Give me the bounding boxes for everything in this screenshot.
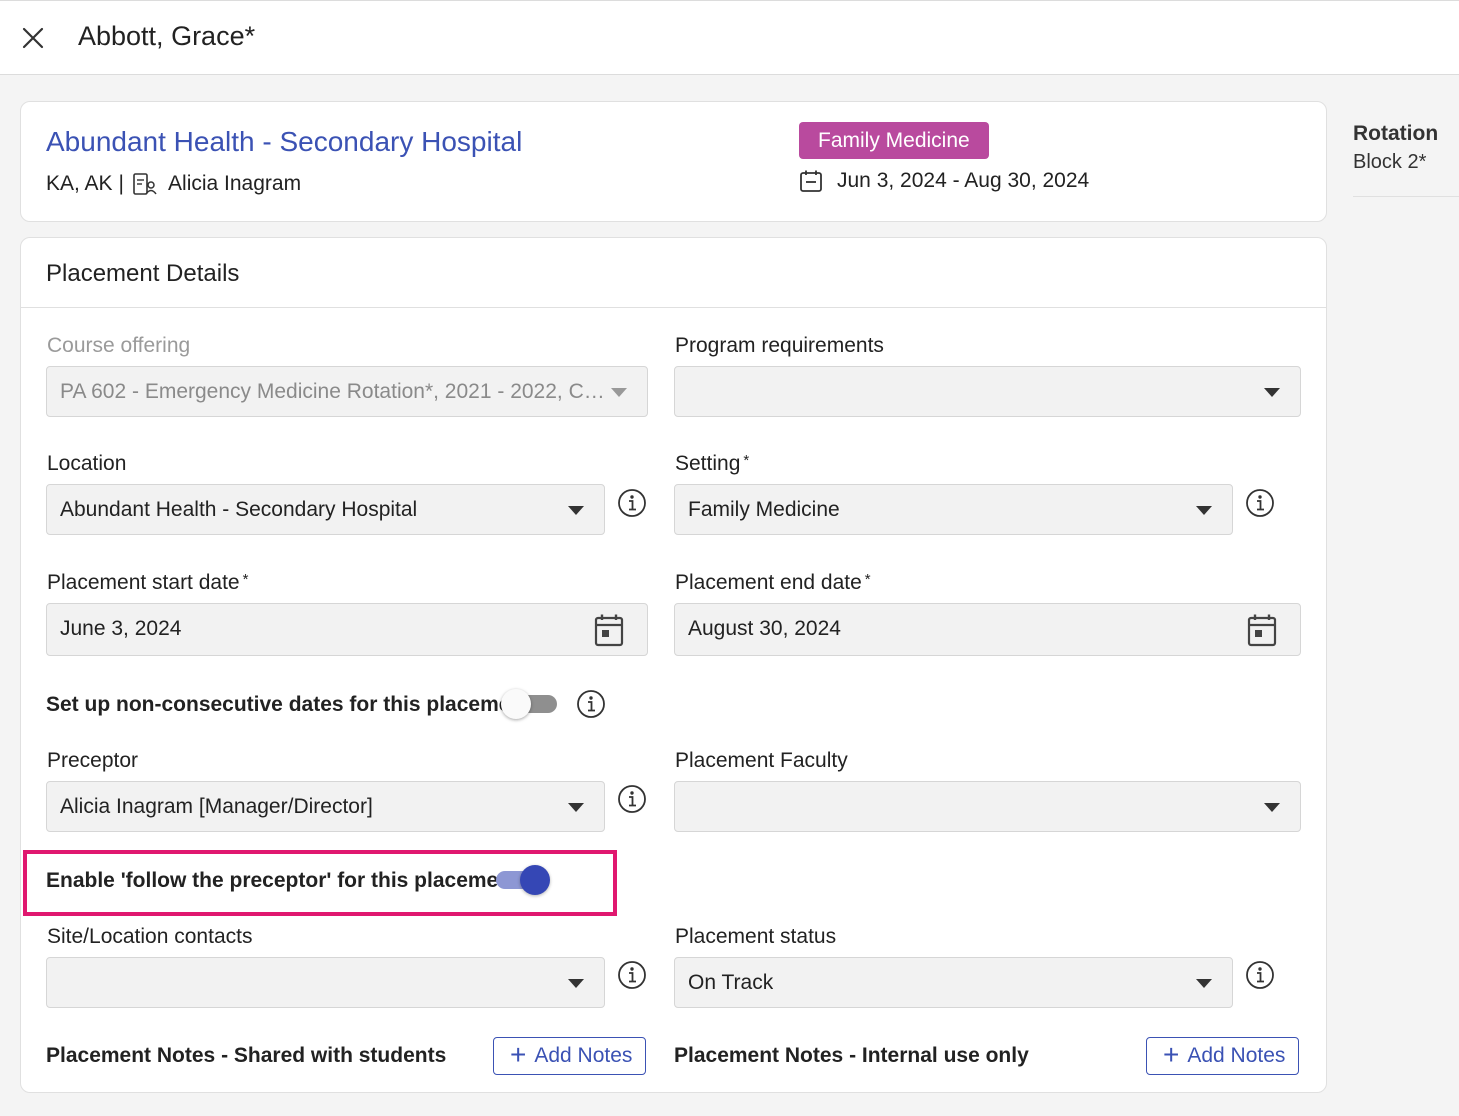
faculty-label: Placement Faculty [675, 749, 848, 772]
rotation-value: Block 2* [1353, 151, 1427, 173]
preceptor-badge-icon [133, 173, 157, 195]
chevron-down-icon [568, 979, 584, 988]
course-offering-select: PA 602 - Emergency Medicine Rotation*, 2… [46, 366, 648, 417]
student-name-title: Abbott, Grace* [78, 21, 256, 51]
status-label: Placement status [675, 925, 837, 948]
section-divider [21, 307, 1326, 308]
preceptor-label: Preceptor [47, 749, 139, 772]
toggle-knob [501, 689, 531, 719]
non-consecutive-label: Set up non-consecutive dates for this pl… [46, 693, 531, 716]
site-name-link[interactable]: Abundant Health - Secondary Hospital [46, 126, 522, 158]
placement-summary-card: Abundant Health - Secondary Hospital KA,… [20, 101, 1327, 222]
add-shared-notes-button[interactable]: + Add Notes [493, 1037, 647, 1075]
site-initials: KA, AK [46, 172, 113, 195]
highlight-annotation-box [23, 850, 617, 916]
preceptor-name: Alicia Inagram [168, 172, 302, 195]
dialog-header: Abbott, Grace* [0, 0, 1459, 75]
plus-icon: + [1163, 1038, 1180, 1070]
program-requirements-select[interactable] [674, 366, 1301, 417]
end-date-input[interactable]: August 30, 2024 [674, 603, 1301, 656]
setting-value: Family Medicine [688, 498, 840, 521]
chevron-down-icon [1264, 388, 1280, 397]
preceptor-select[interactable]: Alicia Inagram [Manager/Director] [46, 781, 605, 832]
setting-label-text: Setting [675, 452, 741, 475]
chevron-down-icon [568, 803, 584, 812]
plus-icon: + [510, 1038, 527, 1070]
placement-details-card: Placement Details Course offering PA 602… [20, 237, 1327, 1093]
chevron-down-icon [1196, 979, 1212, 988]
start-date-label: Placement start date * [47, 571, 248, 595]
course-offering-value: PA 602 - Emergency Medicine Rotation*, 2… [60, 380, 605, 403]
status-select[interactable]: On Track [674, 957, 1233, 1008]
info-icon[interactable] [617, 488, 647, 518]
program-requirements-label: Program requirements [675, 334, 884, 357]
info-icon[interactable] [617, 784, 647, 814]
add-internal-notes-button[interactable]: + Add Notes [1146, 1037, 1300, 1075]
end-date-value: August 30, 2024 [688, 617, 841, 640]
calendar-icon [800, 170, 822, 192]
info-icon[interactable] [617, 960, 647, 990]
info-icon[interactable] [576, 689, 606, 719]
close-button[interactable] [20, 25, 46, 51]
faculty-select[interactable] [674, 781, 1301, 832]
placement-dates: Jun 3, 2024 - Aug 30, 2024 [799, 169, 1089, 193]
notes-internal-label: Placement Notes - Internal use only [674, 1044, 1029, 1067]
add-notes-label: Add Notes [534, 1044, 633, 1067]
setting-badge: Family Medicine [799, 122, 989, 159]
setting-select[interactable]: Family Medicine [674, 484, 1233, 535]
side-divider [1353, 196, 1459, 197]
close-icon [22, 27, 44, 49]
location-label: Location [47, 452, 127, 475]
notes-shared-label: Placement Notes - Shared with students [46, 1044, 447, 1067]
end-date-label-text: Placement end date [675, 571, 862, 594]
section-title: Placement Details [46, 260, 240, 287]
info-icon[interactable] [1245, 960, 1275, 990]
start-date-label-text: Placement start date [47, 571, 240, 594]
chevron-down-icon [1264, 803, 1280, 812]
required-marker: * [242, 571, 249, 588]
calendar-icon[interactable] [594, 613, 624, 647]
setting-label: Setting * [675, 452, 749, 476]
date-range: Jun 3, 2024 - Aug 30, 2024 [837, 169, 1090, 192]
course-offering-label: Course offering [47, 334, 191, 357]
status-value: On Track [688, 971, 774, 994]
site-contacts-label: Site/Location contacts [47, 925, 253, 948]
site-contacts-select[interactable] [46, 957, 605, 1008]
start-date-input[interactable]: June 3, 2024 [46, 603, 648, 656]
chevron-down-icon [1196, 506, 1212, 515]
site-meta: KA, AK | Alicia Inagram [46, 172, 301, 196]
non-consecutive-toggle[interactable] [501, 688, 561, 720]
meta-separator: | [118, 172, 125, 195]
required-marker: * [743, 452, 750, 469]
location-value: Abundant Health - Secondary Hospital [60, 498, 418, 521]
chevron-down-icon [568, 506, 584, 515]
location-select[interactable]: Abundant Health - Secondary Hospital [46, 484, 605, 535]
end-date-label: Placement end date * [675, 571, 871, 595]
chevron-down-icon [611, 388, 627, 397]
required-marker: * [864, 571, 871, 588]
calendar-icon[interactable] [1247, 613, 1277, 647]
preceptor-value: Alicia Inagram [Manager/Director] [60, 795, 373, 818]
add-notes-label: Add Notes [1187, 1044, 1286, 1067]
rotation-panel: Rotation Block 2* [1353, 122, 1459, 174]
info-icon[interactable] [1245, 488, 1275, 518]
rotation-label: Rotation [1353, 122, 1439, 145]
start-date-value: June 3, 2024 [60, 617, 182, 640]
